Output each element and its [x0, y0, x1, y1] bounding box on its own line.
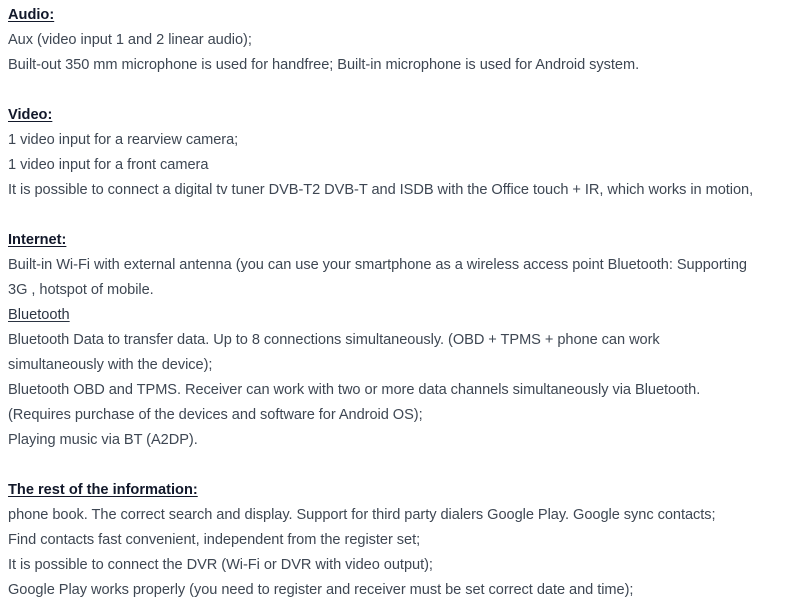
spacer-after-video	[0, 203, 800, 228]
rest-line-2: Find contacts fast convenient, independe…	[8, 532, 421, 548]
bluetooth-line-4: (Requires purchase of the devices and so…	[8, 407, 423, 423]
section-audio: Audio: Aux (video input 1 and 2 linear a…	[0, 3, 800, 78]
video-line-1: 1 video input for a rearview camera;	[8, 132, 239, 148]
section-heading-rest: The rest of the information:	[8, 478, 798, 503]
section-internet: Internet: Built-in Wi-Fi with external a…	[0, 228, 800, 303]
video-line-3: It is possible to connect a digital tv t…	[8, 182, 754, 198]
spacer-after-bluetooth	[0, 453, 800, 478]
bluetooth-line-5: Playing music via BT (A2DP).	[8, 432, 198, 448]
spacer-after-audio	[0, 78, 800, 103]
section-heading-bluetooth: Bluetooth	[8, 303, 798, 328]
section-heading-audio-text: Audio:	[8, 7, 55, 23]
internet-line-2: 3G , hotspot of mobile.	[8, 282, 154, 298]
section-rest-of-information: The rest of the information: phone book.…	[0, 478, 800, 603]
section-heading-rest-text: The rest of the information:	[8, 482, 198, 498]
audio-line-1: Aux (video input 1 and 2 linear audio);	[8, 32, 252, 48]
audio-line-2: Built-out 350 mm microphone is used for …	[8, 57, 640, 73]
section-heading-internet-text: Internet:	[8, 232, 67, 248]
section-heading-bluetooth-text: Bluetooth	[8, 307, 70, 323]
section-heading-internet: Internet:	[8, 228, 798, 253]
bluetooth-line-2: simultaneously with the device);	[8, 357, 213, 373]
bluetooth-line-3: Bluetooth OBD and TPMS. Receiver can wor…	[8, 382, 701, 398]
section-heading-video: Video:	[8, 103, 798, 128]
bluetooth-line-1: Bluetooth Data to transfer data. Up to 8…	[8, 332, 660, 348]
section-bluetooth: Bluetooth Bluetooth Data to transfer dat…	[0, 303, 800, 453]
video-line-2: 1 video input for a front camera	[8, 157, 209, 173]
section-video: Video: 1 video input for a rearview came…	[0, 103, 800, 203]
section-heading-video-text: Video:	[8, 107, 53, 123]
rest-line-4: Google Play works properly (you need to …	[8, 582, 634, 598]
specification-document: Audio: Aux (video input 1 and 2 linear a…	[0, 0, 800, 599]
rest-line-1: phone book. The correct search and displ…	[8, 507, 716, 523]
internet-line-1: Built-in Wi-Fi with external antenna (yo…	[8, 257, 747, 273]
rest-line-3: It is possible to connect the DVR (Wi-Fi…	[8, 557, 433, 573]
section-heading-audio: Audio:	[8, 3, 798, 28]
